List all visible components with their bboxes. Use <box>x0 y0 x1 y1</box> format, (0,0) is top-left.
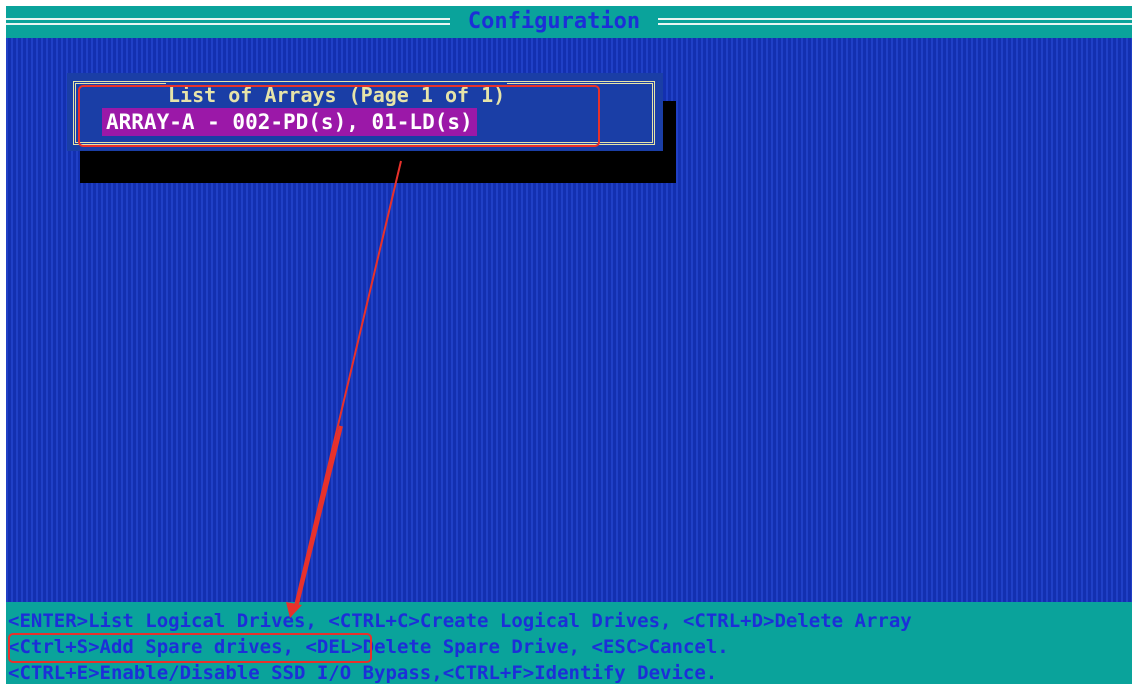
hotkey-action: Identify Device. <box>534 662 718 684</box>
dialog-title: List of Arrays (Page 1 of 1) <box>166 82 508 108</box>
ctrl-s-hotkey[interactable]: <Ctrl+S>Add Spare drives, <box>8 636 294 658</box>
array-list-item[interactable]: ARRAY-A - 002-PD(s), 01-LD(s) <box>102 108 477 136</box>
help-bar: <ENTER>List Logical Drives, <CTRL+C>Crea… <box>6 602 1132 684</box>
hotkey-key: <Ctrl+S> <box>8 636 100 658</box>
hotkey-action: Enable/Disable SSD I/O Bypass, <box>99 662 443 684</box>
dialog-frame: List of Arrays (Page 1 of 1) ARRAY-A - 0… <box>73 81 655 145</box>
window-title: Configuration <box>467 9 641 34</box>
del-hotkey[interactable]: <DEL>Delete Spare Drive, <box>305 636 580 658</box>
array-list-dialog: List of Arrays (Page 1 of 1) ARRAY-A - 0… <box>67 73 663 151</box>
hotkey-key: <CTRL+D> <box>682 610 775 632</box>
hotkey-action: Cancel. <box>648 636 729 658</box>
hotkey-action: Delete Array <box>774 610 912 632</box>
hotkey-key: <CTRL+C> <box>328 610 420 632</box>
help-line: <Ctrl+S>Add Spare drives, <DEL>Delete Sp… <box>8 634 729 660</box>
ctrl-f-hotkey[interactable]: <CTRL+F>Identify Device. <box>443 662 718 684</box>
hotkey-key: <ENTER> <box>8 610 89 632</box>
ctrl-e-hotkey[interactable]: <CTRL+E>Enable/Disable SSD I/O Bypass, <box>8 662 443 684</box>
title-rule-left <box>6 18 450 25</box>
hotkey-key: <DEL> <box>305 636 363 658</box>
hotkey-action: Add Spare drives, <box>99 636 294 658</box>
help-line: <ENTER>List Logical Drives, <CTRL+C>Crea… <box>8 608 912 634</box>
enter-hotkey[interactable]: <ENTER>List Logical Drives, <box>8 610 317 632</box>
hotkey-action: Create Logical Drives, <box>419 610 672 632</box>
main-panel: List of Arrays (Page 1 of 1) ARRAY-A - 0… <box>6 38 1132 602</box>
hotkey-action: Delete Spare Drive, <box>362 636 580 658</box>
title-rule-right <box>658 18 1132 25</box>
ctrl-d-hotkey[interactable]: <CTRL+D>Delete Array <box>683 610 912 632</box>
help-line: <CTRL+E>Enable/Disable SSD I/O Bypass,<C… <box>8 660 717 684</box>
hotkey-key: <ESC> <box>591 636 649 658</box>
bios-config-screen: Configuration List of Arrays (Page 1 of … <box>6 6 1132 684</box>
ctrl-c-hotkey[interactable]: <CTRL+C>Create Logical Drives, <box>328 610 671 632</box>
esc-hotkey[interactable]: <ESC>Cancel. <box>591 636 728 658</box>
hotkey-key: <CTRL+E> <box>8 662 100 684</box>
hotkey-action: List Logical Drives, <box>88 610 317 632</box>
hotkey-key: <CTRL+F> <box>442 662 535 684</box>
title-bar: Configuration <box>6 6 1132 38</box>
